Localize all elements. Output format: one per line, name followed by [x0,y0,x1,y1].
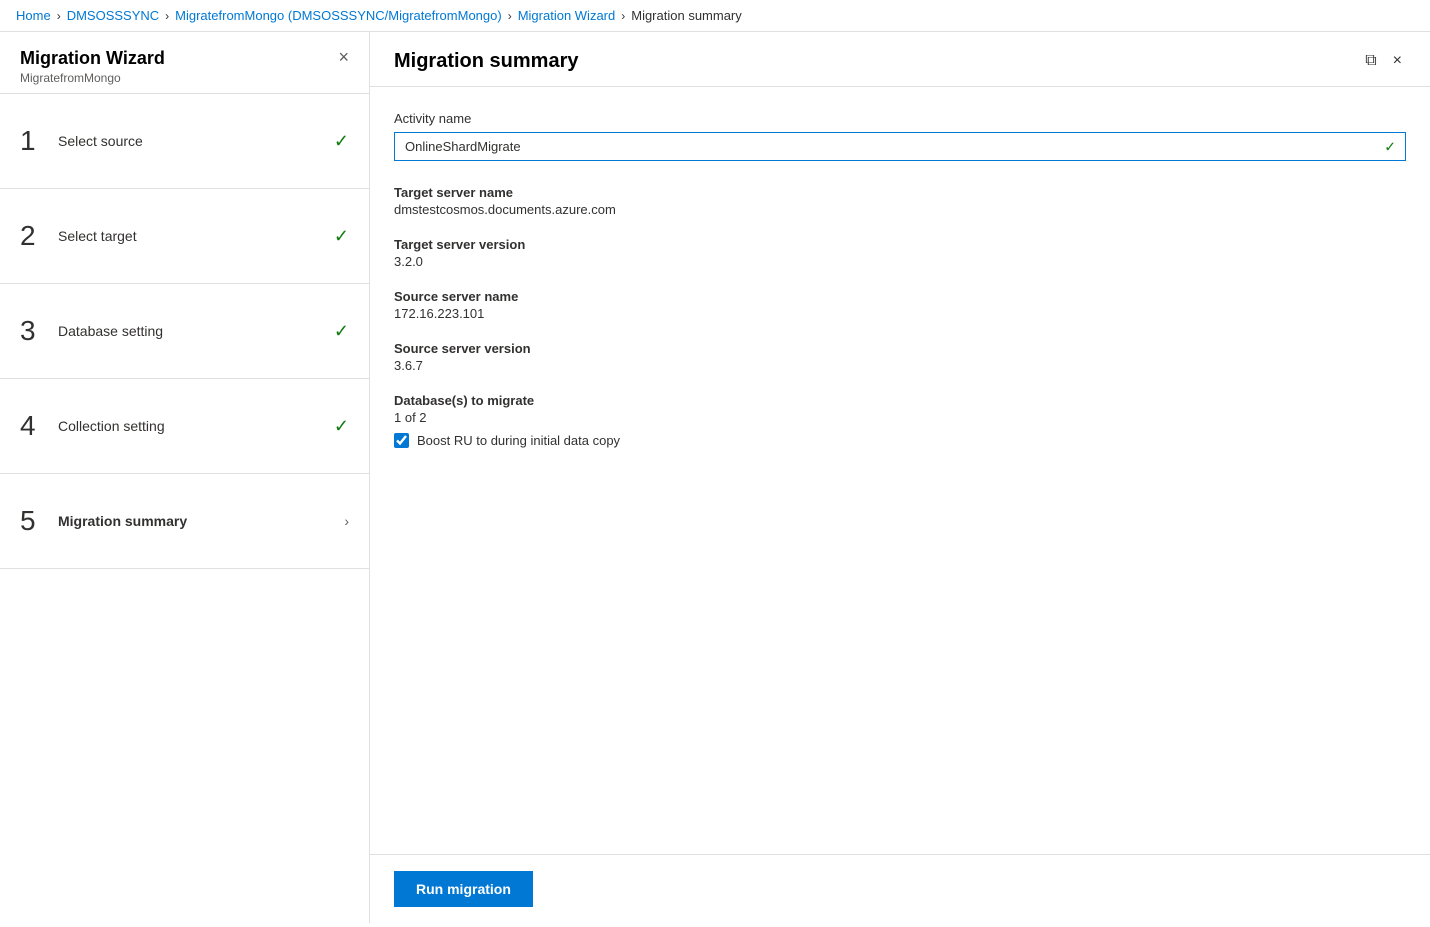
right-header: Migration summary ⧉ × [370,32,1430,87]
step-2-label: Select target [58,228,137,244]
step-1-number: 1 [20,125,44,157]
step-3-number: 3 [20,315,44,347]
source-server-name-label: Source server name [394,289,1406,304]
breadcrumb-wizard[interactable]: Migration Wizard [518,8,616,23]
breadcrumb: Home › DMSOSSSYNC › MigratefromMongo (DM… [0,0,1430,32]
step-1-label: Select source [58,133,143,149]
step-3[interactable]: 3 Database setting ✓ [0,284,369,379]
right-panel-title: Migration summary [394,50,578,73]
source-server-name-value: 172.16.223.101 [394,306,1406,321]
step-4-check-icon: ✓ [334,416,349,437]
main-container: Migration Wizard MigratefromMongo × 1 Se… [0,32,1430,923]
breadcrumb-migrate[interactable]: MigratefromMongo (DMSOSSSYNC/Migratefrom… [175,8,502,23]
breadcrumb-sep-3: › [508,9,512,23]
databases-section: Database(s) to migrate 1 of 2 Boost RU t… [394,393,1406,448]
breadcrumb-current: Migration summary [631,8,742,23]
target-server-name-section: Target server name dmstestcosmos.documen… [394,185,1406,217]
boost-row: Boost RU to during initial data copy [394,433,1406,448]
target-server-version-label: Target server version [394,237,1406,252]
activity-input-wrapper: ✓ [394,132,1406,161]
step-4-number: 4 [20,410,44,442]
step-2[interactable]: 2 Select target ✓ [0,189,369,284]
right-panel: Migration summary ⧉ × Activity name ✓ Ta… [370,32,1430,923]
boost-label: Boost RU to during initial data copy [417,433,620,448]
step-5-number: 5 [20,505,44,537]
step-5[interactable]: 5 Migration summary › [0,474,369,569]
step-3-label: Database setting [58,323,163,339]
right-footer: Run migration [370,854,1430,923]
target-server-name-label: Target server name [394,185,1406,200]
breadcrumb-home[interactable]: Home [16,8,51,23]
target-server-version-section: Target server version 3.2.0 [394,237,1406,269]
breadcrumb-dms[interactable]: DMSOSSSYNC [67,8,159,23]
step-5-arrow-icon: › [344,513,349,529]
left-panel: Migration Wizard MigratefromMongo × 1 Se… [0,32,370,923]
step-4[interactable]: 4 Collection setting ✓ [0,379,369,474]
close-panel-button[interactable]: × [1389,48,1406,74]
source-server-name-section: Source server name 172.16.223.101 [394,289,1406,321]
activity-name-label: Activity name [394,111,1406,126]
boost-checkbox[interactable] [394,433,409,448]
source-server-version-label: Source server version [394,341,1406,356]
step-5-label: Migration summary [58,513,187,529]
source-server-version-section: Source server version 3.6.7 [394,341,1406,373]
activity-name-input[interactable] [394,132,1406,161]
restore-window-button[interactable]: ⧉ [1361,48,1380,74]
step-2-number: 2 [20,220,44,252]
breadcrumb-sep-1: › [57,9,61,23]
breadcrumb-sep-4: › [621,9,625,23]
run-migration-button[interactable]: Run migration [394,871,533,907]
wizard-header: Migration Wizard MigratefromMongo × [0,32,369,94]
wizard-subtitle: MigratefromMongo [20,71,165,85]
steps-list: 1 Select source ✓ 2 Select target ✓ 3 Da… [0,94,369,569]
activity-input-check-icon: ✓ [1384,138,1396,155]
wizard-close-button[interactable]: × [338,48,349,66]
wizard-header-text: Migration Wizard MigratefromMongo [20,48,165,85]
wizard-title: Migration Wizard [20,48,165,69]
step-4-label: Collection setting [58,418,165,434]
right-content: Activity name ✓ Target server name dmste… [370,87,1430,854]
right-header-icons: ⧉ × [1361,48,1406,74]
target-server-name-value: dmstestcosmos.documents.azure.com [394,202,1406,217]
target-server-version-value: 3.2.0 [394,254,1406,269]
step-1-check-icon: ✓ [334,131,349,152]
databases-to-migrate-value: 1 of 2 [394,410,1406,425]
databases-to-migrate-label: Database(s) to migrate [394,393,1406,408]
step-3-check-icon: ✓ [334,321,349,342]
step-2-check-icon: ✓ [334,226,349,247]
step-1[interactable]: 1 Select source ✓ [0,94,369,189]
source-server-version-value: 3.6.7 [394,358,1406,373]
breadcrumb-sep-2: › [165,9,169,23]
